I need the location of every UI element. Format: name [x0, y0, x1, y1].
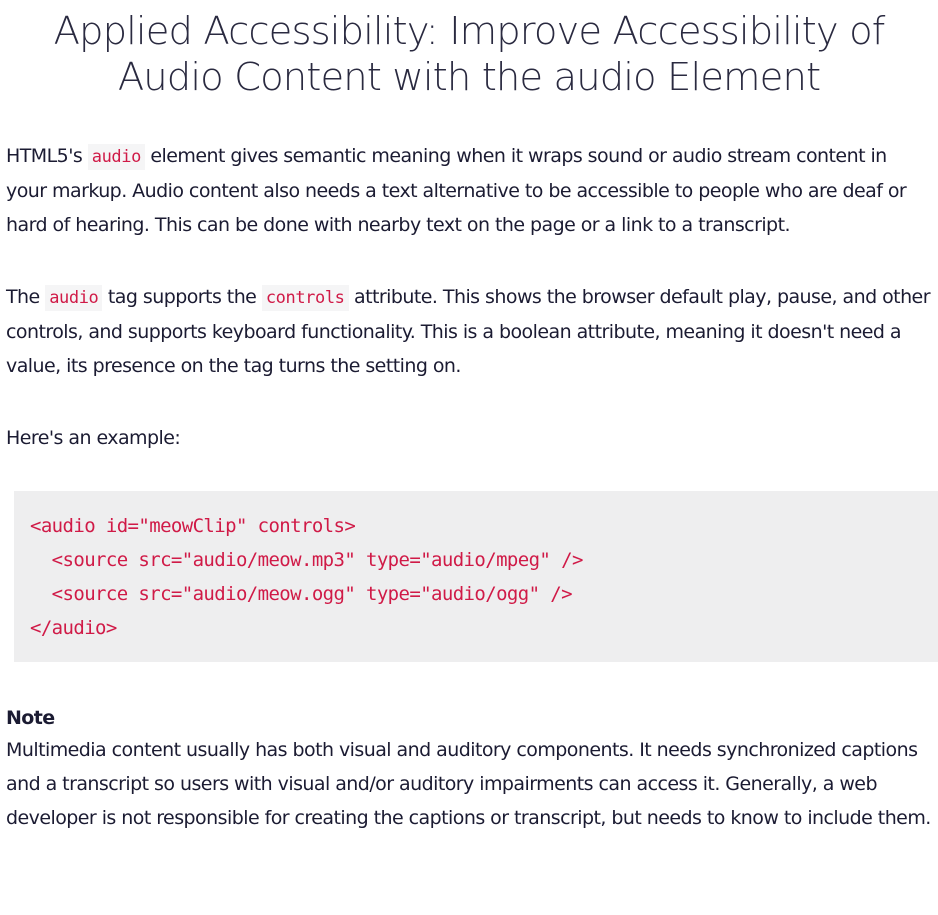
code-line: <audio id="meowClip" controls>: [30, 515, 356, 537]
controls-text-part2: tag supports the: [102, 286, 262, 308]
intro-paragraph: HTML5's audio element gives semantic mea…: [6, 139, 932, 242]
controls-text-part1: The: [6, 286, 46, 308]
inline-code-audio: audio: [87, 144, 145, 170]
example-intro: Here's an example:: [6, 427, 181, 449]
code-line: <source src="audio/meow.ogg" type="audio…: [30, 583, 573, 605]
inline-code-audio-tag: audio: [45, 285, 103, 311]
code-example-block: <audio id="meowClip" controls> <source s…: [14, 491, 938, 662]
intro-text-before: HTML5's: [6, 145, 88, 167]
controls-paragraph: The audio tag supports the controls attr…: [6, 280, 932, 383]
note-text: Multimedia content usually has both visu…: [6, 739, 931, 829]
page-title: Applied Accessibility: Improve Accessibi…: [53, 9, 886, 100]
note-heading: Note: [6, 707, 55, 729]
code-line: <source src="audio/meow.mp3" type="audio…: [30, 549, 584, 571]
lesson-page: Applied Accessibility: Improve Accessibi…: [0, 0, 938, 915]
inline-code-controls: controls: [261, 285, 349, 311]
code-line: </audio>: [30, 617, 117, 639]
